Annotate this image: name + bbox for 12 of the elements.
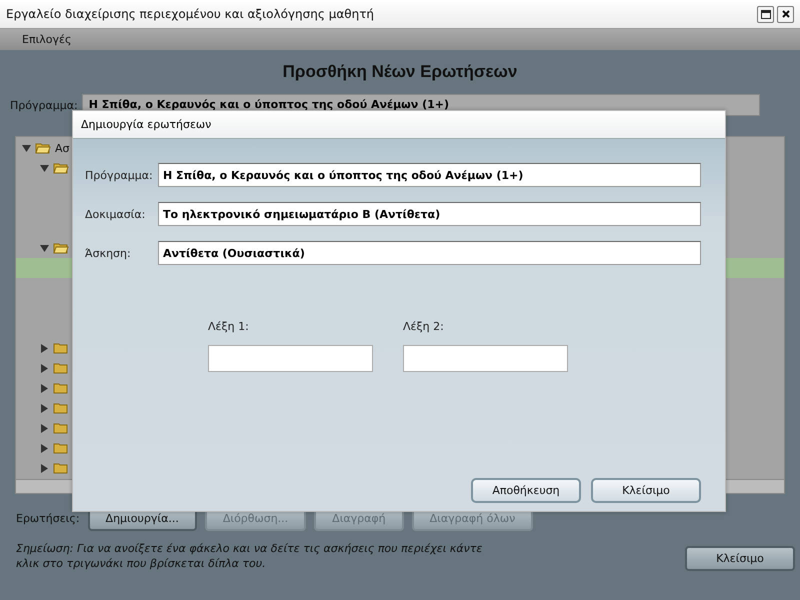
note-text: Σημείωση: Για να ανοίξετε ένα φάκελο και να δείτε τις ασκήσεις που περιέχει κάντε κλικ στο τριγωνάκι που βρίσκεται δίπλα του. xyxy=(16,541,484,571)
dialog-title: Δημιουργία ερωτήσεων xyxy=(73,111,725,139)
field-label: Άσκηση: xyxy=(85,246,132,260)
questions-label: Ερωτήσεις: xyxy=(16,512,80,525)
field-label: Πρόγραμμα: xyxy=(85,168,154,182)
tree-label: Ασ xyxy=(55,142,70,154)
window-title: Εργαλείο διαχείρισης περιεχομένου και αξιολόγησης μαθητή xyxy=(6,7,374,21)
field-label: Δοκιμασία: xyxy=(85,208,146,220)
field-label: Πρόγραμμα: xyxy=(10,98,78,112)
word-label: Λέξη 1: xyxy=(208,320,250,333)
page-heading: Προσθήκη Νέων Ερωτήσεων xyxy=(282,62,518,82)
word-label: Λέξη 2: xyxy=(403,320,445,333)
